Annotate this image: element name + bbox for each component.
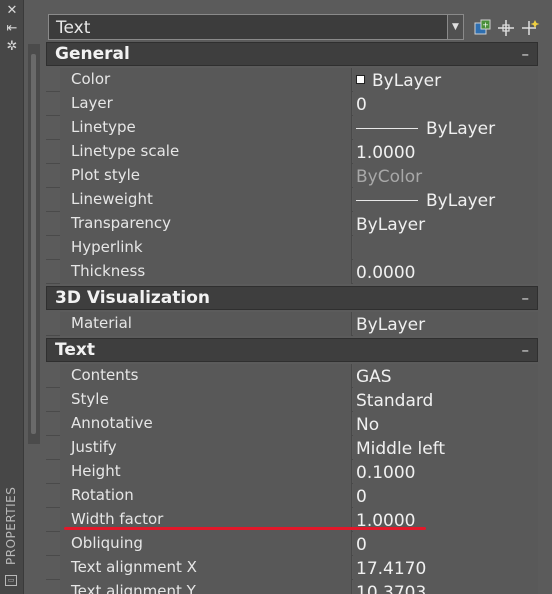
section-title: 3D Visualization — [55, 288, 210, 308]
property-label: Obliquing — [60, 532, 352, 556]
property-row-color[interactable]: Color ByLayer — [46, 68, 538, 92]
properties-icon[interactable]: ▭ — [5, 575, 17, 586]
lineweight-preview-icon — [356, 200, 418, 201]
property-label: Linetype — [60, 116, 352, 140]
property-row-plot-style[interactable]: Plot style ByColor — [46, 164, 538, 188]
property-value[interactable]: 10.3703 — [353, 580, 538, 594]
property-value[interactable]: ByLayer — [353, 312, 538, 336]
property-value[interactable]: 0 — [353, 92, 538, 116]
property-value[interactable]: GAS — [353, 364, 538, 388]
property-label: Rotation — [60, 484, 352, 508]
property-row-height[interactable]: Height 0.1000 — [46, 460, 538, 484]
property-row-thickness[interactable]: Thickness 0.0000 — [46, 260, 538, 284]
property-value: ByColor — [353, 164, 538, 188]
property-row-material[interactable]: Material ByLayer — [46, 312, 538, 336]
collapse-icon[interactable]: – — [522, 339, 530, 361]
svg-text:+: + — [482, 21, 489, 30]
property-value[interactable]: 17.4170 — [353, 556, 538, 580]
property-label: Transparency — [60, 212, 352, 236]
object-type-value: Text — [56, 18, 91, 38]
color-swatch-icon — [356, 75, 365, 84]
property-label: Justify — [60, 436, 352, 460]
property-value[interactable]: 0 — [353, 532, 538, 556]
autohide-icon[interactable]: ⇤ — [5, 22, 19, 36]
property-value[interactable] — [353, 236, 538, 260]
settings-icon[interactable]: ✲ — [5, 40, 19, 54]
select-objects-icon[interactable] — [496, 18, 516, 38]
property-label: Color — [60, 68, 352, 92]
property-label: Material — [60, 312, 352, 336]
property-label: Style — [60, 388, 352, 412]
property-row-text-alignment-x[interactable]: Text alignment X 17.4170 — [46, 556, 538, 580]
section-general[interactable]: General – — [46, 42, 538, 66]
property-row-transparency[interactable]: Transparency ByLayer — [46, 212, 538, 236]
property-row-layer[interactable]: Layer 0 — [46, 92, 538, 116]
quick-select-icon[interactable] — [521, 18, 541, 38]
property-grid: General – Color ByLayer Layer 0 Linetype… — [46, 42, 538, 594]
property-label: Contents — [60, 364, 352, 388]
property-value[interactable]: ByLayer — [353, 212, 538, 236]
property-label: Hyperlink — [60, 236, 352, 260]
property-row-text-alignment-y[interactable]: Text alignment Y 10.3703 — [46, 580, 538, 594]
property-label: Plot style — [60, 164, 352, 188]
property-row-contents[interactable]: Contents GAS — [46, 364, 538, 388]
property-row-obliquing[interactable]: Obliquing 0 — [46, 532, 538, 556]
property-row-lineweight[interactable]: Lineweight ByLayer — [46, 188, 538, 212]
toggle-pickadd-icon[interactable]: + — [472, 18, 492, 38]
property-label: Annotative — [60, 412, 352, 436]
object-type-select[interactable]: Text ▼ — [48, 14, 464, 40]
scrollbar[interactable] — [28, 44, 40, 444]
property-row-rotation[interactable]: Rotation 0 — [46, 484, 538, 508]
property-value[interactable]: Middle left — [353, 436, 538, 460]
palette-title: PROPERTIES — [4, 486, 18, 565]
linetype-preview-icon — [356, 128, 418, 129]
property-row-annotative[interactable]: Annotative No — [46, 412, 538, 436]
property-row-style[interactable]: Style Standard — [46, 388, 538, 412]
property-value[interactable]: Standard — [353, 388, 538, 412]
section-3d-visualization[interactable]: 3D Visualization – — [46, 286, 538, 310]
property-row-justify[interactable]: Justify Middle left — [46, 436, 538, 460]
property-row-linetype[interactable]: Linetype ByLayer — [46, 116, 538, 140]
property-value[interactable]: 1.0000 — [353, 140, 538, 164]
property-label: Lineweight — [60, 188, 352, 212]
property-row-hyperlink[interactable]: Hyperlink — [46, 236, 538, 260]
section-title: General — [55, 44, 130, 64]
scrollbar-thumb[interactable] — [31, 54, 36, 434]
property-label: Text alignment X — [60, 556, 352, 580]
collapse-icon[interactable]: – — [522, 43, 530, 65]
close-icon[interactable]: ✕ — [5, 4, 19, 18]
property-value-linetype[interactable]: ByLayer — [353, 116, 538, 140]
property-value-lineweight[interactable]: ByLayer — [353, 188, 538, 212]
property-value[interactable]: 0.0000 — [353, 260, 538, 284]
highlight-underline — [64, 527, 426, 530]
section-title: Text — [55, 340, 95, 360]
property-value[interactable]: No — [353, 412, 538, 436]
property-value[interactable]: 0.1000 — [353, 460, 538, 484]
chevron-down-icon[interactable]: ▼ — [447, 15, 463, 39]
property-value[interactable]: 0 — [353, 484, 538, 508]
property-label: Thickness — [60, 260, 352, 284]
property-label: Linetype scale — [60, 140, 352, 164]
palette-title-strip: ✕ ⇤ ✲ PROPERTIES ▭ — [0, 0, 24, 594]
property-row-linetype-scale[interactable]: Linetype scale 1.0000 — [46, 140, 538, 164]
collapse-icon[interactable]: – — [522, 287, 530, 309]
section-text[interactable]: Text – — [46, 338, 538, 362]
property-label: Text alignment Y — [60, 580, 352, 594]
property-label: Height — [60, 460, 352, 484]
property-label: Layer — [60, 92, 352, 116]
property-value-color[interactable]: ByLayer — [353, 68, 538, 92]
